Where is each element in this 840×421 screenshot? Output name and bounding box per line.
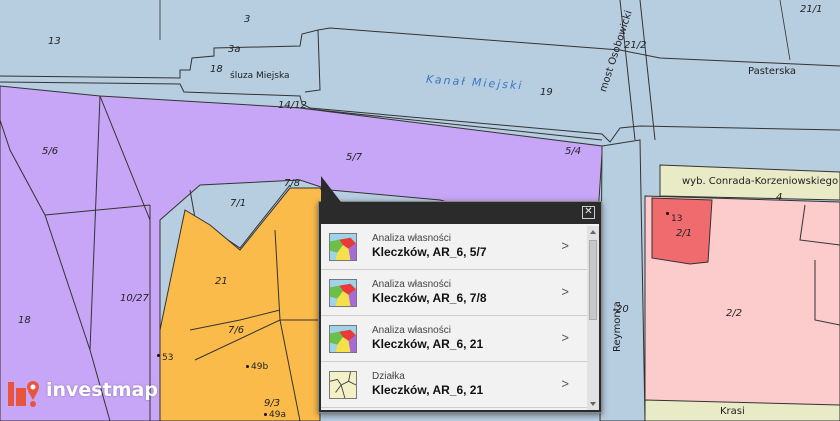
- info-popup: ✕ Analiza własności Kleczków, AR_6, 5/7 …: [318, 176, 602, 413]
- parcel-label: 21/2: [624, 40, 647, 51]
- scroll-down-icon[interactable]: [590, 402, 596, 406]
- list-item[interactable]: Analiza własności Kleczków, AR_6, 21 >: [321, 316, 599, 362]
- parcel-label: 9/3: [264, 398, 281, 409]
- item-category: Działka: [372, 371, 405, 382]
- parcel-label: 13: [671, 214, 683, 224]
- parcel-label: 14/12: [278, 100, 307, 111]
- parcel-label: 5/7: [346, 152, 363, 163]
- ownership-map-icon: [329, 279, 357, 307]
- close-button[interactable]: ✕: [582, 206, 595, 219]
- point-marker: [246, 365, 249, 368]
- investmap-logo-icon: [8, 381, 39, 407]
- chevron-right-icon: >: [561, 238, 569, 253]
- parcel-label: 49a: [269, 410, 286, 420]
- parcel-label: 10/27: [120, 293, 149, 304]
- parcel-label: 2/2: [726, 308, 743, 319]
- point-marker: [264, 413, 267, 416]
- parcel-label: 18: [18, 315, 31, 326]
- parcel-label: 7/6: [228, 325, 245, 336]
- point-marker: [666, 212, 669, 215]
- ownership-map-icon: [329, 325, 357, 353]
- item-name: Kleczków, AR_6, 21: [372, 337, 484, 351]
- item-category: Analiza własności: [372, 233, 451, 244]
- parcel-label: 3a: [228, 44, 241, 55]
- popup-result-list: Analiza własności Kleczków, AR_6, 5/7 > …: [321, 224, 599, 410]
- popup-pointer: [321, 176, 341, 202]
- item-name: Kleczków, AR_6, 21: [372, 383, 484, 397]
- chevron-right-icon: >: [561, 376, 569, 391]
- item-category: Analiza własności: [372, 325, 451, 336]
- list-item[interactable]: Analiza własności Kleczków, AR_6, 5/7 >: [321, 224, 599, 270]
- scroll-up-icon[interactable]: [590, 230, 596, 234]
- item-name: Kleczków, AR_6, 7/8: [372, 291, 487, 305]
- street-label-krasinskiego: Krasi: [720, 406, 745, 417]
- street-label-reymonta: Reymonta: [612, 301, 623, 352]
- list-item[interactable]: Analiza własności Kleczków, AR_6, 7/8 >: [321, 270, 599, 316]
- parcel-label: 49b: [251, 362, 269, 372]
- parcel-label: 5/6: [42, 146, 59, 157]
- parcel-map-icon: [329, 371, 357, 399]
- parcel-label: 3: [244, 14, 251, 25]
- parcel-label: 2/1: [676, 228, 693, 239]
- parcel-label: 7/8: [284, 178, 301, 189]
- street-label-conrada: wyb. Conrada-Korzeniowskiego: [682, 176, 839, 187]
- parcel-label: 21/1: [800, 4, 823, 15]
- reymonta-street: [599, 139, 646, 421]
- parcel-label: 5/4: [565, 146, 582, 157]
- point-marker: [157, 354, 160, 357]
- popup-scrollbar[interactable]: [587, 226, 599, 410]
- parcel-label: 53: [162, 353, 174, 363]
- parcel-label: 13: [48, 36, 61, 47]
- parcel-label: 19: [540, 87, 553, 98]
- ownership-map-icon: [329, 233, 357, 261]
- chevron-right-icon: >: [561, 284, 569, 299]
- scrollbar-thumb[interactable]: [589, 240, 597, 320]
- item-category: Analiza własności: [372, 279, 451, 290]
- parcel-label: 18: [210, 64, 223, 75]
- logo-text: investmap: [46, 379, 158, 401]
- chevron-right-icon: >: [561, 330, 569, 345]
- item-name: Kleczków, AR_6, 5/7: [372, 245, 487, 259]
- list-item[interactable]: Działka Kleczków, AR_6, 21 >: [321, 362, 599, 408]
- parcel-label: 7/1: [230, 198, 247, 209]
- parcel-label: 4: [776, 192, 783, 203]
- street-label-pasterska: Pasterska: [748, 66, 797, 77]
- parcel-label: 21: [215, 276, 228, 287]
- lock-label: śluza Miejska: [230, 71, 290, 81]
